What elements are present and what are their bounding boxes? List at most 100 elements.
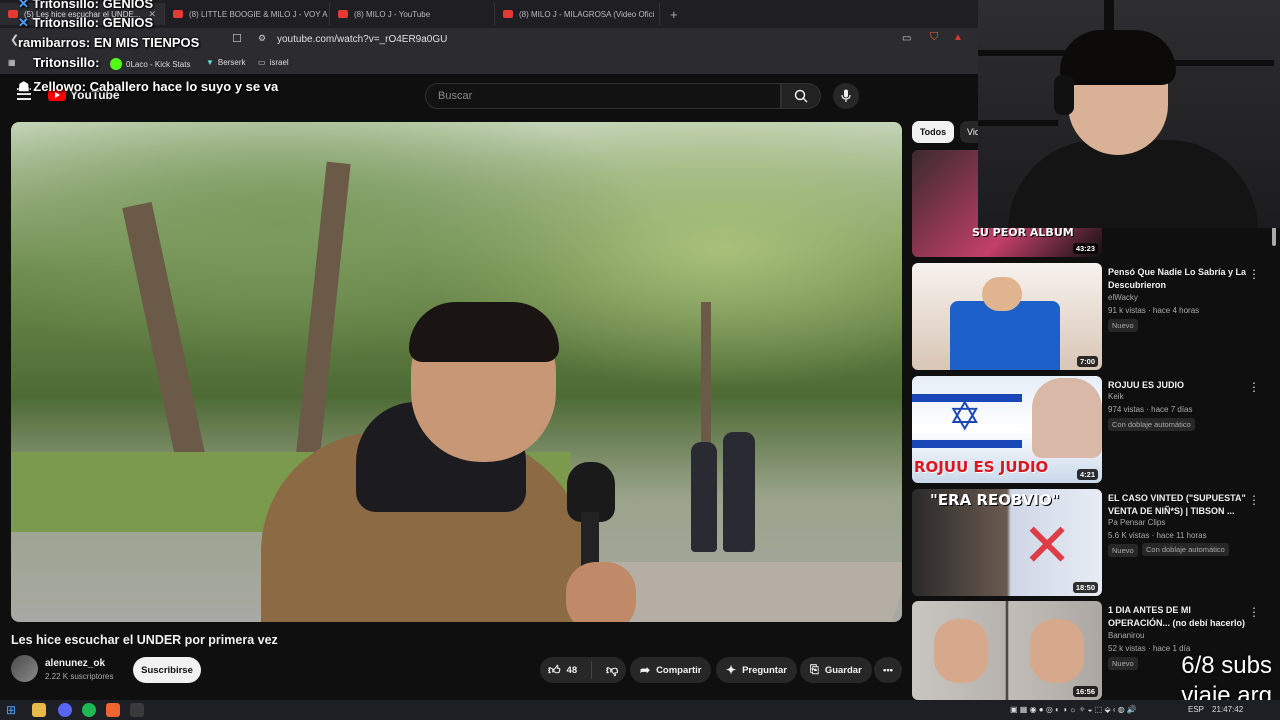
person-hair bbox=[409, 302, 559, 362]
share-button[interactable]: ➦ Compartir bbox=[630, 657, 712, 683]
video-thumbnail[interactable]: ✡ ROJUU ES JUDIO 4:21 bbox=[912, 376, 1102, 483]
language-indicator[interactable]: ESP bbox=[1188, 705, 1204, 714]
video-title[interactable]: Pensó Que Nadie Lo Sabría y La Descubrie… bbox=[1108, 266, 1250, 291]
url-field[interactable]: youtube.com/watch?v=_rO4ER9a0GU bbox=[277, 34, 447, 45]
chat-badge-icon: ☗ bbox=[18, 79, 30, 94]
more-vert-icon[interactable]: ⋮ bbox=[1248, 380, 1260, 394]
channel-name[interactable]: Pa Pensar Clips bbox=[1108, 518, 1165, 527]
chat-message: Tritonsillo: bbox=[33, 55, 100, 70]
bookmark-icon[interactable]: ☐ bbox=[232, 32, 242, 45]
site-info-icon[interactable]: ⚙ bbox=[258, 33, 266, 44]
more-vert-icon[interactable]: ⋮ bbox=[1248, 267, 1260, 281]
microphone-icon bbox=[841, 89, 851, 102]
more-vert-icon[interactable]: ⋮ bbox=[1248, 493, 1260, 507]
ask-button[interactable]: ✦ Preguntar bbox=[716, 657, 797, 683]
video-title[interactable]: ROJUU ES JUDIO bbox=[1108, 379, 1250, 392]
windows-start-icon[interactable]: ⊞ bbox=[6, 703, 20, 717]
chat-message: ☗ Zellowo: Caballero hace lo suyo y se v… bbox=[18, 79, 279, 94]
recommendation-item[interactable]: 7:00 Pensó Que Nadie Lo Sabría y La Desc… bbox=[912, 263, 1280, 371]
subs-goal-text: 6/8 subs bbox=[1181, 652, 1272, 679]
berserk-icon: ▼ bbox=[206, 58, 214, 67]
search-icon bbox=[794, 89, 808, 103]
voice-search-button[interactable] bbox=[833, 83, 859, 109]
chip-todos[interactable]: Todos bbox=[912, 121, 954, 143]
apps-grid-icon[interactable]: ▦ bbox=[8, 58, 16, 67]
video-duration: 18:50 bbox=[1072, 582, 1098, 593]
subscribe-button[interactable]: Suscribirse bbox=[133, 657, 201, 683]
face-shape bbox=[982, 277, 1022, 311]
recommendation-item[interactable]: "ERA REOBVIO" ✕ 18:50 EL CASO VINTED ("S… bbox=[912, 489, 1280, 597]
search-input[interactable]: Buscar bbox=[425, 83, 781, 109]
brave-shield-icon[interactable]: ⛉ bbox=[930, 31, 938, 44]
shelf bbox=[978, 120, 1058, 126]
discord-icon[interactable] bbox=[58, 703, 72, 717]
chat-message: ✕ Tritonsillo: GENIOS bbox=[18, 15, 154, 30]
video-thumbnail[interactable]: "ERA REOBVIO" ✕ 18:50 bbox=[912, 489, 1102, 596]
rewards-icon[interactable]: ▲ bbox=[953, 32, 963, 43]
video-player[interactable] bbox=[11, 122, 902, 622]
channel-name[interactable]: Bananirou bbox=[1108, 631, 1144, 640]
channel-name[interactable]: alenunez_ok bbox=[45, 658, 105, 669]
brave-icon[interactable] bbox=[106, 703, 120, 717]
more-actions-button[interactable]: ••• bbox=[874, 657, 902, 683]
streamer-hair bbox=[1060, 30, 1176, 85]
face-shape bbox=[1032, 378, 1102, 458]
channel-name[interactable]: Keik bbox=[1108, 392, 1124, 401]
save-button[interactable]: ⎘ Guardar bbox=[800, 657, 872, 683]
tree-trunk bbox=[295, 161, 351, 463]
video-thumbnail[interactable]: 16:56 bbox=[912, 601, 1102, 700]
face-shape bbox=[1030, 619, 1084, 683]
tab-milo-j[interactable]: (8) MILO J - YouTube bbox=[330, 3, 495, 25]
webcam-overlay bbox=[978, 0, 1280, 228]
walker bbox=[691, 442, 717, 552]
bookmark-berserk[interactable]: ▼ Berserk bbox=[206, 58, 245, 67]
thumbs-down-icon: 👎︎ bbox=[606, 662, 619, 677]
clock[interactable]: 21:47:42 bbox=[1212, 705, 1243, 714]
flag-shape bbox=[950, 301, 1060, 370]
cast-icon[interactable]: ▭ bbox=[902, 33, 911, 44]
channel-name[interactable]: elWacky bbox=[1108, 293, 1138, 302]
more-icon: ••• bbox=[883, 664, 893, 676]
dislike-button[interactable]: 👎︎ bbox=[598, 663, 618, 678]
like-button[interactable]: 👍︎ 48 bbox=[540, 661, 592, 679]
video-thumbnail[interactable]: 7:00 bbox=[912, 263, 1102, 370]
sparkle-icon: ✦ bbox=[726, 663, 737, 677]
chat-badge-icon: ✕ bbox=[18, 15, 29, 30]
streamer-jacket bbox=[1008, 140, 1258, 228]
folder-icon: ▭ bbox=[258, 58, 266, 67]
tab-little-boogie[interactable]: (8) LITTLE BOOGIE & MILO J - VOY A bbox=[165, 3, 330, 25]
tab-milagrosa[interactable]: (8) MILO J - MILAGROSA (Video Ofici bbox=[495, 3, 660, 25]
youtube-favicon-icon bbox=[8, 10, 18, 18]
video-meta: 974 vistas · hace 7 días bbox=[1108, 405, 1193, 414]
spotify-icon[interactable] bbox=[82, 703, 96, 717]
video-title[interactable]: EL CASO VINTED ("SUPUESTA" VENTA DE NIÑ*… bbox=[1108, 492, 1250, 517]
video-duration: 4:21 bbox=[1076, 469, 1098, 480]
flag-stripe bbox=[912, 440, 1022, 448]
chat-badge-icon: ✕ bbox=[18, 0, 29, 11]
star-of-david-icon: ✡ bbox=[948, 395, 982, 439]
app-icon[interactable] bbox=[130, 703, 144, 717]
walker bbox=[723, 432, 755, 552]
bookmarks-bar: ▦ 0Laco - Kick Stats ▼ Berserk ▭ israel bbox=[0, 52, 980, 74]
save-icon: ⎘ bbox=[810, 663, 819, 676]
bookmark-israel[interactable]: ▭ israel bbox=[258, 58, 289, 67]
new-badge: Nuevo bbox=[1108, 319, 1138, 332]
hand bbox=[566, 562, 636, 622]
video-meta: 91 k vistas · hace 4 horas bbox=[1108, 306, 1200, 315]
more-vert-icon[interactable]: ⋮ bbox=[1248, 605, 1260, 619]
chat-message: ✕ Tritonsillo: GENIOS bbox=[18, 0, 153, 12]
video-title[interactable]: 1 DIA ANTES DE MI OPERACIÓN... (no debí … bbox=[1108, 604, 1250, 629]
kick-icon bbox=[110, 58, 122, 70]
tree-trunk bbox=[122, 201, 210, 483]
red-x-icon: ✕ bbox=[1022, 512, 1073, 579]
scrollbar-thumb[interactable] bbox=[1272, 226, 1276, 246]
shelf bbox=[1174, 60, 1274, 66]
recommendation-item[interactable]: ✡ ROJUU ES JUDIO 4:21 ROJUU ES JUDIO Kei… bbox=[912, 376, 1280, 484]
file-explorer-icon[interactable] bbox=[32, 703, 46, 717]
new-tab-button[interactable]: + bbox=[660, 7, 678, 22]
headset bbox=[1054, 75, 1074, 115]
search-button[interactable] bbox=[781, 83, 821, 109]
bookmark-kick-stats[interactable]: 0Laco - Kick Stats bbox=[110, 58, 190, 70]
channel-avatar[interactable] bbox=[11, 655, 38, 682]
tray-icons[interactable]: ▣ ▦ ◉ ● ◎ ◐ ◑ ☼ ✧ ◒ ⬚ ⬙ ‹ ◍ 🔊 bbox=[1010, 705, 1137, 714]
